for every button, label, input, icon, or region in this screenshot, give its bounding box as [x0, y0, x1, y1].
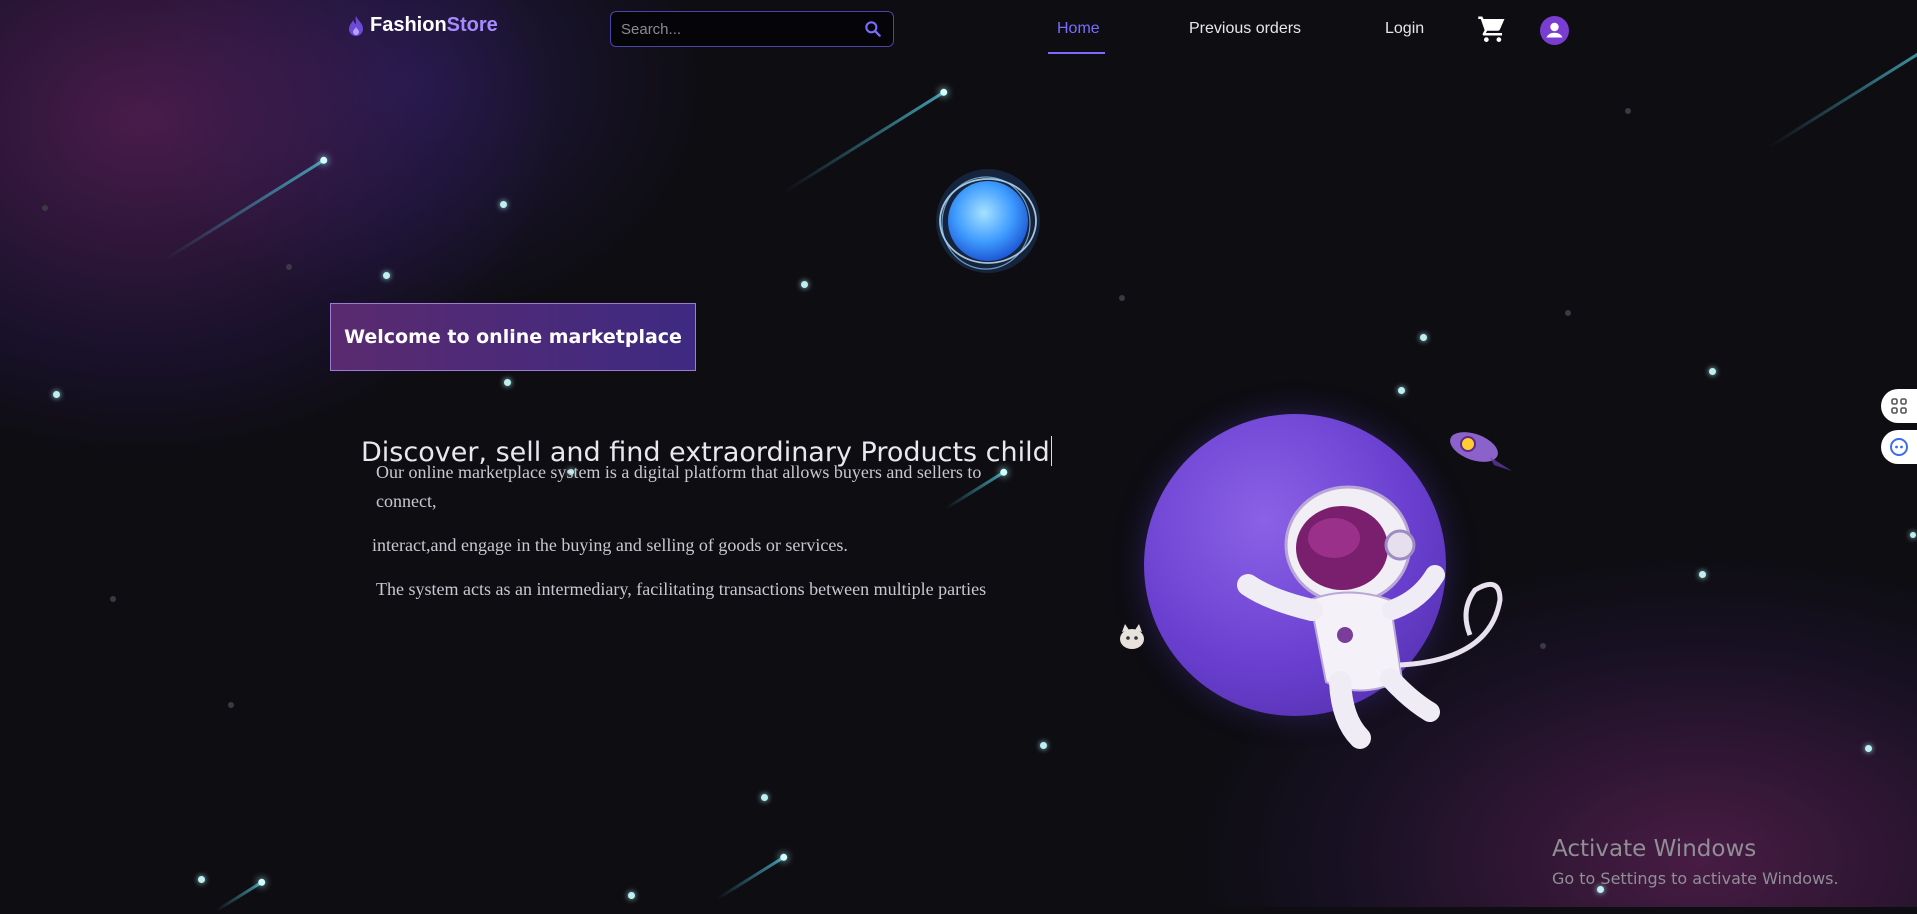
side-widget-grid-button[interactable] — [1881, 389, 1917, 423]
nav-previous-orders-link[interactable]: Previous orders — [1189, 20, 1301, 38]
nav-home-link[interactable]: Home — [1057, 20, 1100, 38]
glowing-blue-planet-illustration — [936, 169, 1040, 273]
star — [286, 264, 292, 270]
typing-caret — [1050, 436, 1052, 467]
cart-icon[interactable] — [1477, 14, 1507, 44]
astronaut-illustration — [1237, 485, 1503, 749]
star — [1119, 295, 1125, 301]
side-widget-assistant-button[interactable] — [1881, 430, 1917, 464]
search-box[interactable] — [610, 11, 894, 47]
grid-icon — [1891, 398, 1907, 414]
logo[interactable]: FashionStore — [348, 14, 498, 37]
star — [228, 702, 234, 708]
active-nav-indicator — [1048, 52, 1105, 54]
star — [761, 794, 768, 801]
flame-icon — [349, 15, 363, 36]
cat-illustration — [1120, 624, 1144, 649]
logo-text: FashionStore — [370, 14, 498, 37]
star — [198, 876, 205, 883]
star — [1625, 108, 1631, 114]
star — [1565, 310, 1571, 316]
user-avatar-icon[interactable] — [1540, 16, 1569, 45]
hero-paragraph-1: Our online marketplace system is a digit… — [376, 462, 982, 511]
star — [1540, 643, 1546, 649]
nav-login-link[interactable]: Login — [1385, 20, 1424, 38]
person-icon — [1546, 22, 1563, 38]
star — [500, 201, 507, 208]
search-icon[interactable] — [863, 19, 883, 39]
activate-windows-title: Activate Windows — [1552, 836, 1757, 862]
star — [383, 272, 390, 279]
hero-paragraph-2: interact,and engage in the buying and se… — [372, 535, 848, 555]
logo-text-main: Fashion — [370, 14, 447, 36]
star — [801, 281, 808, 288]
star — [628, 892, 635, 899]
assistant-icon — [1890, 438, 1908, 456]
star — [504, 379, 511, 386]
star — [1910, 532, 1916, 538]
star — [53, 391, 60, 398]
star — [1865, 745, 1872, 752]
star — [1398, 387, 1405, 394]
star — [1709, 368, 1716, 375]
star — [110, 596, 116, 602]
star — [1420, 334, 1427, 341]
search-input[interactable] — [611, 19, 863, 39]
activate-windows-subtitle: Go to Settings to activate Windows. — [1552, 869, 1839, 888]
star — [42, 205, 48, 211]
star — [1699, 571, 1706, 578]
logo-text-accent: Store — [446, 14, 498, 36]
welcome-button[interactable]: Welcome to online marketplace — [330, 303, 696, 371]
star — [1040, 742, 1047, 749]
rocket-illustration — [1450, 432, 1512, 471]
hero-paragraph-3: The system acts as an intermediary, faci… — [376, 579, 987, 599]
